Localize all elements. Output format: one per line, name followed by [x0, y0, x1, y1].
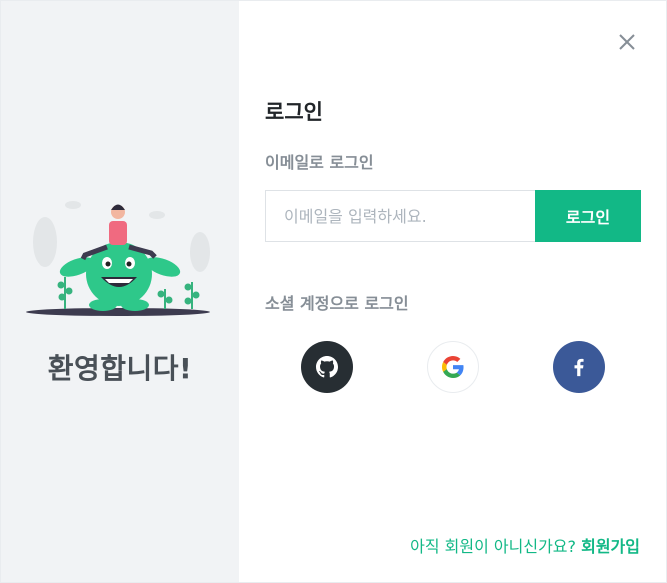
email-login-label: 이메일로 로그인 — [265, 153, 374, 172]
login-button[interactable]: 로그인 — [535, 190, 641, 242]
google-login-button[interactable] — [427, 341, 479, 393]
facebook-icon — [574, 358, 584, 377]
signup-link[interactable]: 회원가입 — [581, 537, 640, 556]
github-icon — [316, 356, 338, 378]
login-modal: 환영합니다! 로그인 이메일로 로그인 로그인 소셜 계정으로 로그인 — [0, 0, 667, 583]
social-login-buttons — [301, 341, 605, 393]
github-login-button[interactable] — [301, 341, 353, 393]
email-input[interactable] — [265, 190, 535, 242]
email-login-form: 로그인 — [265, 190, 641, 242]
signup-prompt: 아직 회원이 아니신가요? 회원가입 — [410, 533, 640, 557]
social-login-label: 소셜 계정으로 로그인 — [265, 294, 409, 313]
welcome-illustration — [26, 201, 210, 316]
facebook-login-button[interactable] — [553, 341, 605, 393]
signup-question: 아직 회원이 아니신가요? — [410, 537, 577, 556]
login-panel: 로그인 이메일로 로그인 로그인 소셜 계정으로 로그인 — [239, 1, 666, 582]
close-icon[interactable] — [616, 31, 638, 53]
google-icon — [442, 356, 464, 378]
welcome-title: 환영합니다! — [47, 352, 193, 385]
login-title: 로그인 — [265, 100, 323, 124]
welcome-panel: 환영합니다! — [1, 1, 239, 582]
